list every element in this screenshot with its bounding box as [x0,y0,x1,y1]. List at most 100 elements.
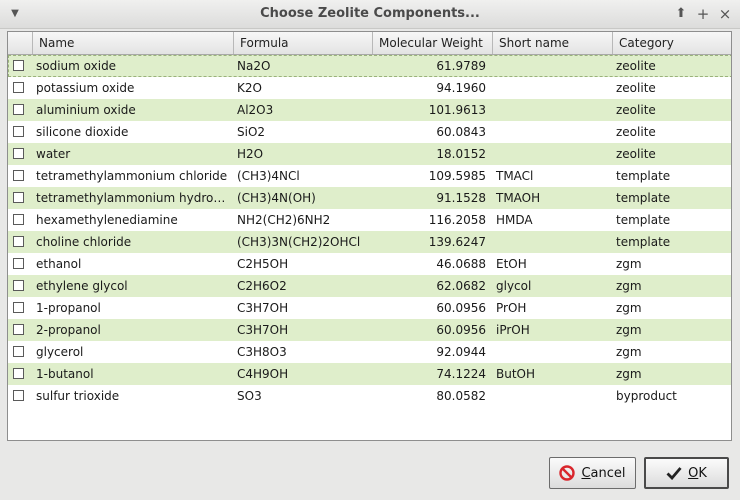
cell-molecular-weight: 80.0582 [436,389,486,403]
row-checkbox[interactable] [13,60,24,71]
cell-name: tetramethylammonium chloride [36,169,228,183]
cell-name: hexamethylenediamine [36,213,178,227]
cell-formula: Al2O3 [237,103,274,117]
cell-formula: H2O [237,147,264,161]
cell-molecular-weight: 60.0843 [436,125,486,139]
cell-short-name [492,55,612,77]
row-checkbox[interactable] [13,390,24,401]
cell-short-name: EtOH [496,257,527,271]
row-checkbox[interactable] [13,82,24,93]
row-checkbox[interactable] [13,302,24,313]
cell-name: ethanol [36,257,82,271]
row-checkbox[interactable] [13,258,24,269]
cell-formula: C4H9OH [237,367,289,381]
row-checkbox[interactable] [13,236,24,247]
cell-formula: K2O [237,81,262,95]
table-row[interactable]: silicone dioxide SiO2 60.0843 zeolite [8,121,731,143]
checkmark-icon [666,466,682,480]
cell-category: template [616,169,671,183]
cell-category: zgm [616,279,642,293]
table-row[interactable]: potassium oxide K2O 94.1960 zeolite [8,77,731,99]
table-row[interactable]: water H2O 18.0152 zeolite [8,143,731,165]
cell-molecular-weight: 60.0956 [436,301,486,315]
window-title: Choose Zeolite Components... [260,6,480,21]
row-checkbox[interactable] [13,148,24,159]
column-header-category[interactable]: Category [612,32,731,54]
cell-category: template [616,191,671,205]
row-checkbox[interactable] [13,346,24,357]
cancel-button[interactable]: Cancel [549,457,636,489]
cell-molecular-weight: 91.1528 [436,191,486,205]
column-header-name[interactable]: Name [32,32,233,54]
row-checkbox[interactable] [13,170,24,181]
table-row[interactable]: aluminium oxide Al2O3 101.9613 zeolite [8,99,731,121]
cell-category: zgm [616,301,642,315]
table-row[interactable]: ethylene glycol C2H6O2 62.0682 glycol zgm [8,275,731,297]
close-icon[interactable]: × [716,5,734,23]
cell-short-name: TMAOH [496,191,541,205]
cancel-icon [559,465,576,481]
cell-formula: NH2(CH2)6NH2 [237,213,331,227]
cell-category: zgm [616,257,642,271]
table-row[interactable]: tetramethylammonium chloride (CH3)4NCl 109… [8,165,731,187]
cell-name: potassium oxide [36,81,135,95]
cell-short-name: glycol [496,279,532,293]
cell-molecular-weight: 101.9613 [428,103,486,117]
table-row[interactable]: choline chloride (CH3)3N(CH2)2OHCl 139.624… [8,231,731,253]
cell-short-name [492,143,612,165]
table-row[interactable]: 2-propanol C3H7OH 60.0956 iPrOH zgm [8,319,731,341]
cell-short-name [492,231,612,253]
cell-category: zeolite [616,125,656,139]
row-checkbox[interactable] [13,126,24,137]
table-row[interactable]: sulfur trioxide SO3 80.0582 byproduct [8,385,731,407]
table-row[interactable]: sodium oxide Na2O 61.9789 zeolite [8,55,731,77]
table-row[interactable]: glycerol C3H8O3 92.0944 zgm [8,341,731,363]
cell-short-name: PrOH [496,301,527,315]
cell-category: zeolite [616,147,656,161]
column-header-short-name[interactable]: Short name [492,32,612,54]
cell-molecular-weight: 116.2058 [428,213,486,227]
ok-label: OK [688,465,707,481]
cell-name: sulfur trioxide [36,389,120,403]
cell-name: tetramethylammonium hydro… [36,191,226,205]
column-header-formula[interactable]: Formula [233,32,372,54]
row-checkbox[interactable] [13,214,24,225]
table-row[interactable]: hexamethylenediamine NH2(CH2)6NH2 116.2058… [8,209,731,231]
cell-name: glycerol [36,345,84,359]
cell-short-name: TMACl [496,169,534,183]
cell-category: zeolite [616,59,656,73]
cell-molecular-weight: 62.0682 [436,279,486,293]
cell-name: 2-propanol [36,323,101,337]
cell-category: template [616,213,671,227]
cell-category: template [616,235,671,249]
cell-molecular-weight: 46.0688 [436,257,486,271]
cell-short-name [492,121,612,143]
arrow-up-icon[interactable]: ⬆ [672,5,690,23]
table-row[interactable]: 1-butanol C4H9OH 74.1224 ButOH zgm [8,363,731,385]
cell-category: zgm [616,345,642,359]
table-row[interactable]: tetramethylammonium hydro… (CH3)4N(OH) 91.… [8,187,731,209]
cell-category: zgm [616,367,642,381]
row-checkbox[interactable] [13,192,24,203]
cell-category: zeolite [616,81,656,95]
cell-formula: C3H7OH [237,323,289,337]
cell-formula: Na2O [237,59,271,73]
row-checkbox[interactable] [13,280,24,291]
ok-button[interactable]: OK [644,457,729,489]
cell-formula: SiO2 [237,125,266,139]
cell-formula: (CH3)4NCl [237,169,300,183]
column-header-select[interactable] [8,32,32,54]
table-row[interactable]: ethanol C2H5OH 46.0688 EtOH zgm [8,253,731,275]
row-checkbox[interactable] [13,324,24,335]
cell-name: sodium oxide [36,59,117,73]
components-table[interactable]: Name Formula Molecular Weight Short name… [7,31,732,441]
row-checkbox[interactable] [13,368,24,379]
cell-molecular-weight: 109.5985 [428,169,486,183]
row-checkbox[interactable] [13,104,24,115]
column-header-molecular-weight[interactable]: Molecular Weight [372,32,492,54]
cell-formula: SO3 [237,389,262,403]
table-row[interactable]: 1-propanol C3H7OH 60.0956 PrOH zgm [8,297,731,319]
cell-name: silicone dioxide [36,125,129,139]
plus-icon[interactable]: + [694,5,712,23]
title-bar: ▼ Choose Zeolite Components... ⬆ + × [0,0,740,29]
